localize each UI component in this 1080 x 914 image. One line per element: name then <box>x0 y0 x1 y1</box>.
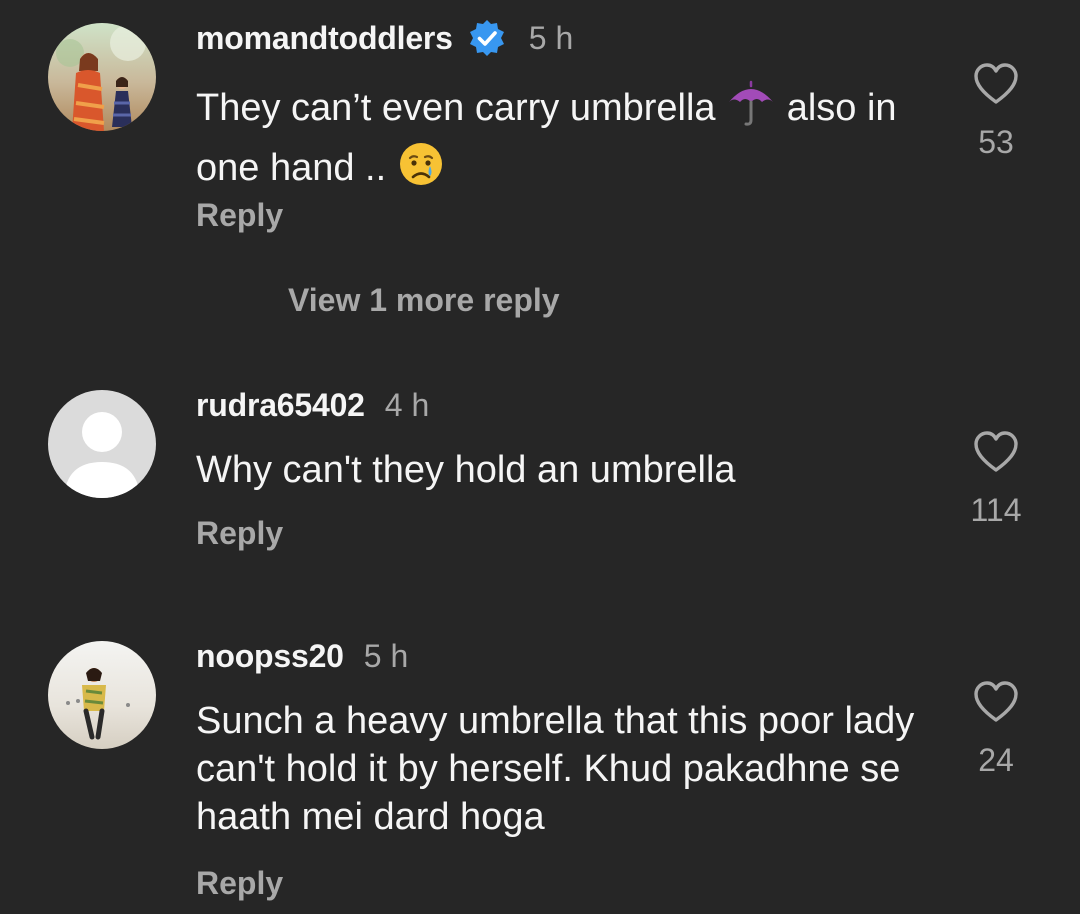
view-more-replies-button[interactable]: View 1 more reply <box>288 282 560 319</box>
username[interactable]: momandtoddlers <box>196 20 453 57</box>
heart-icon[interactable] <box>972 62 1020 106</box>
comment-text: They can’t even carry umbrella also in o… <box>196 80 936 200</box>
comment-text: Sunch a heavy umbrella that this poor la… <box>196 700 915 838</box>
reply-button[interactable]: Reply <box>196 865 283 902</box>
like-area: 53 <box>956 62 1036 161</box>
reply-button[interactable]: Reply <box>196 515 283 552</box>
comment-header: rudra65402 4 h <box>196 383 429 427</box>
avatar[interactable] <box>48 390 156 498</box>
username[interactable]: noopss20 <box>196 638 344 675</box>
crying-face-emoji-icon <box>397 140 445 200</box>
comment-time: 5 h <box>528 19 574 56</box>
username[interactable]: rudra65402 <box>196 387 365 424</box>
comment-text-part: They can’t even carry umbrella <box>196 87 716 130</box>
comment-text: Why can't they hold an umbrella <box>196 449 736 491</box>
heart-icon[interactable] <box>972 680 1020 724</box>
heart-icon[interactable] <box>972 430 1020 474</box>
like-count: 53 <box>978 124 1014 160</box>
avatar[interactable] <box>48 641 156 749</box>
avatar[interactable] <box>48 23 156 131</box>
umbrella-emoji-icon <box>726 80 776 140</box>
reply-button[interactable]: Reply <box>196 197 283 234</box>
like-count: 24 <box>978 742 1014 778</box>
like-area: 114 <box>956 430 1036 529</box>
verified-badge-icon <box>467 18 507 58</box>
like-count: 114 <box>970 492 1022 528</box>
comment-header: momandtoddlers 5 h <box>196 16 573 60</box>
comment-time: 4 h <box>384 386 430 423</box>
like-area: 24 <box>956 680 1036 779</box>
comment-header: noopss20 5 h <box>196 634 408 678</box>
comment-time: 5 h <box>363 637 409 674</box>
